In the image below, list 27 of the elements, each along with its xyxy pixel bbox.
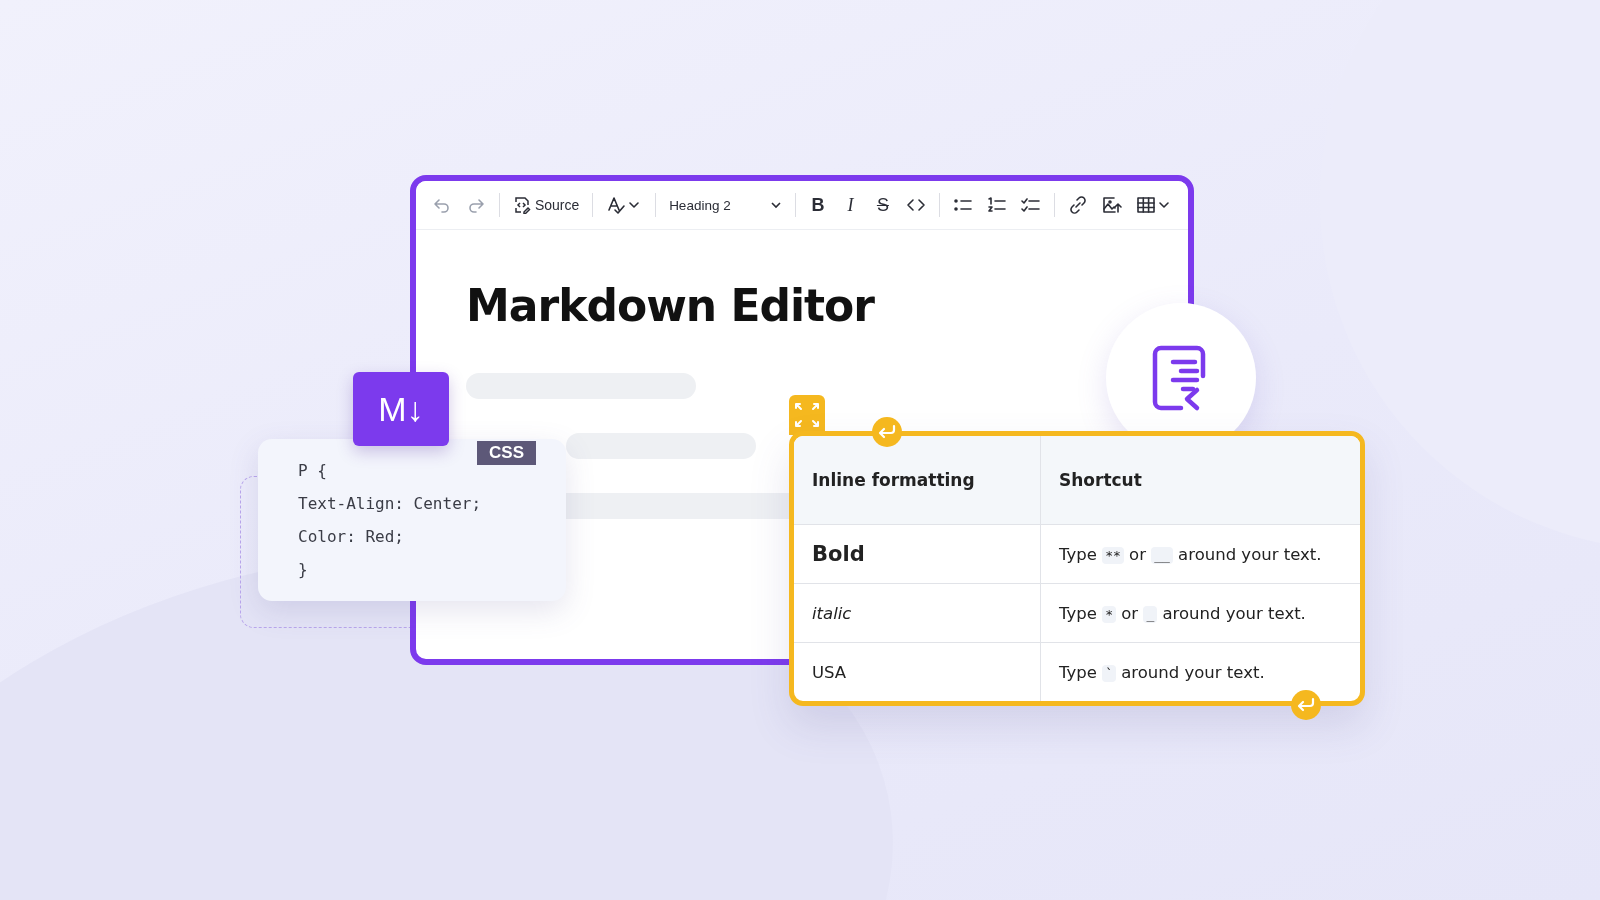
checklist-icon bbox=[1021, 195, 1042, 215]
column-header: Inline formatting bbox=[794, 436, 1041, 525]
column-header: Shortcut bbox=[1040, 436, 1360, 525]
document-title: Markdown Editor bbox=[466, 280, 876, 331]
table-cell: USA bbox=[794, 642, 1041, 701]
caret-icon bbox=[769, 199, 782, 211]
table-cell: italic bbox=[794, 583, 1041, 643]
code-line: Color: Red; bbox=[298, 527, 405, 548]
source-code-icon bbox=[512, 196, 531, 214]
table-cell: Bold bbox=[794, 524, 1041, 584]
source-button[interactable]: Source bbox=[508, 193, 584, 217]
code-line: P { bbox=[298, 461, 328, 482]
numbered-list-icon bbox=[987, 195, 1008, 215]
table-cell: Type * or _ around your text. bbox=[1040, 583, 1360, 643]
image-upload-icon bbox=[1102, 195, 1122, 215]
bold-button[interactable]: B bbox=[804, 191, 832, 219]
table-icon bbox=[1136, 195, 1172, 215]
link-icon bbox=[1068, 195, 1088, 215]
table-cell: Type ** or __ around your text. bbox=[1040, 524, 1360, 584]
code-line: Text-Align: Center; bbox=[298, 494, 483, 515]
markdown-logo: M↓ bbox=[353, 372, 449, 446]
heading-dropdown[interactable]: Heading 2 bbox=[665, 194, 786, 216]
css-tag: CSS bbox=[477, 441, 536, 465]
strikethrough-button[interactable]: S bbox=[869, 191, 897, 219]
expand-handle[interactable] bbox=[789, 395, 825, 435]
code-line: } bbox=[298, 560, 309, 581]
italic-button[interactable]: I bbox=[837, 191, 864, 219]
